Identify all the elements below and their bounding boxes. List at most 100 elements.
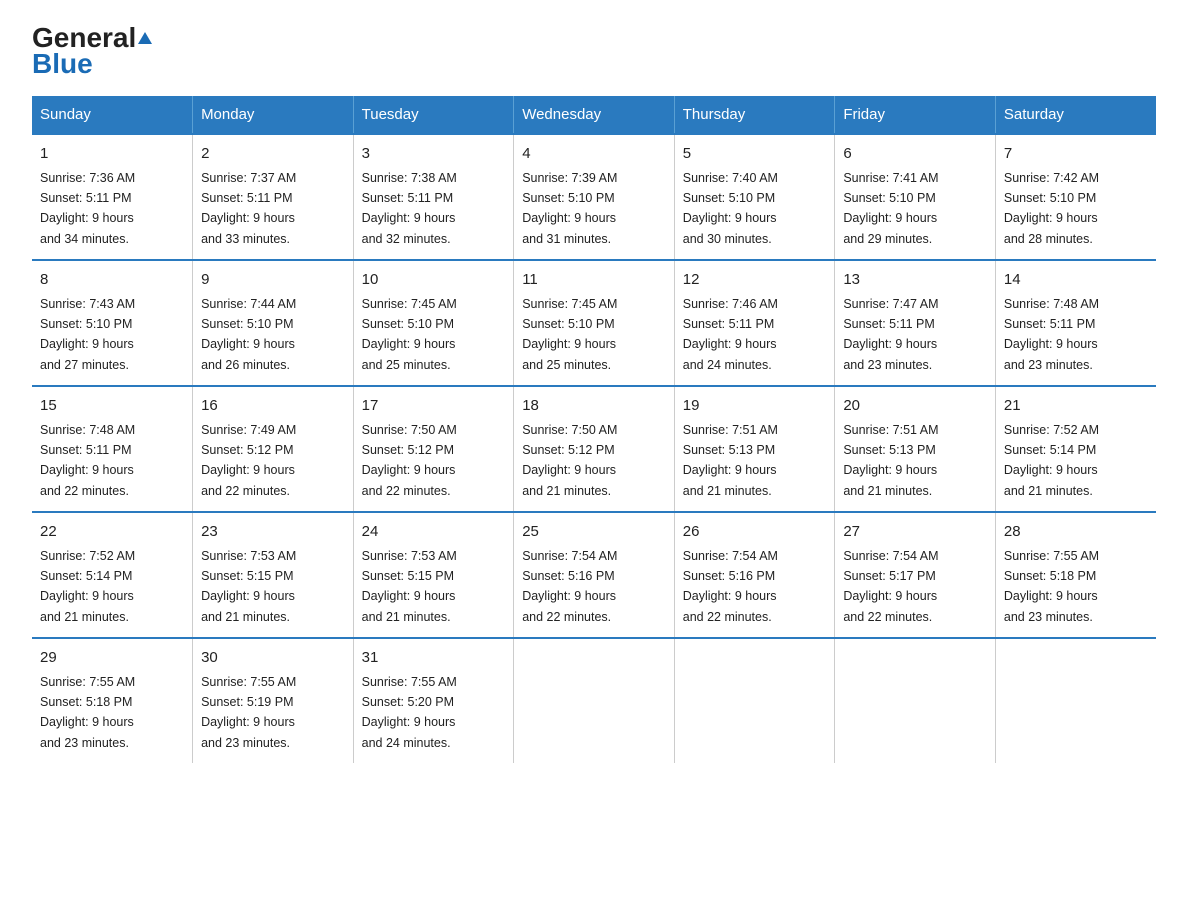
logo-blue-text: Blue (32, 50, 93, 78)
calendar-cell: 3Sunrise: 7:38 AMSunset: 5:11 PMDaylight… (353, 134, 514, 260)
day-number: 23 (201, 521, 345, 544)
day-info: Sunrise: 7:47 AMSunset: 5:11 PMDaylight:… (843, 297, 938, 372)
calendar-cell: 5 Sunrise: 7:40 AMSunset: 5:10 PMDaylight… (674, 134, 835, 260)
calendar-cell (835, 638, 996, 763)
day-number: 31 (362, 647, 506, 670)
day-header-thursday: Thursday (674, 96, 835, 134)
calendar-cell: 26 Sunrise: 7:54 AMSunset: 5:16 PMDayligh… (674, 512, 835, 638)
calendar-cell: 24 Sunrise: 7:53 AMSunset: 5:15 PMDayligh… (353, 512, 514, 638)
calendar-week-2: 8 Sunrise: 7:43 AMSunset: 5:10 PMDaylight… (32, 260, 1156, 386)
day-info: Sunrise: 7:54 AMSunset: 5:16 PMDaylight:… (683, 549, 778, 624)
calendar-cell: 19 Sunrise: 7:51 AMSunset: 5:13 PMDayligh… (674, 386, 835, 512)
day-number: 17 (362, 395, 506, 418)
day-info: Sunrise: 7:48 AMSunset: 5:11 PMDaylight:… (1004, 297, 1099, 372)
day-number: 13 (843, 269, 987, 292)
calendar-cell: 15Sunrise: 7:48 AMSunset: 5:11 PMDayligh… (32, 386, 193, 512)
day-number: 16 (201, 395, 345, 418)
day-number: 22 (40, 521, 184, 544)
calendar-cell: 22 Sunrise: 7:52 AMSunset: 5:14 PMDayligh… (32, 512, 193, 638)
day-info: Sunrise: 7:40 AMSunset: 5:10 PMDaylight:… (683, 171, 778, 246)
day-number: 18 (522, 395, 666, 418)
calendar-cell: 29 Sunrise: 7:55 AMSunset: 5:18 PMDayligh… (32, 638, 193, 763)
day-info: Sunrise: 7:48 AMSunset: 5:11 PMDaylight:… (40, 423, 135, 498)
calendar-cell: 20Sunrise: 7:51 AMSunset: 5:13 PMDayligh… (835, 386, 996, 512)
day-number: 27 (843, 521, 987, 544)
calendar-cell: 27 Sunrise: 7:54 AMSunset: 5:17 PMDayligh… (835, 512, 996, 638)
logo: General Blue (32, 24, 152, 78)
calendar-table: SundayMondayTuesdayWednesdayThursdayFrid… (32, 96, 1156, 763)
calendar-cell: 2Sunrise: 7:37 AMSunset: 5:11 PMDaylight… (193, 134, 354, 260)
day-number: 9 (201, 269, 345, 292)
calendar-cell: 11 Sunrise: 7:45 AMSunset: 5:10 PMDayligh… (514, 260, 675, 386)
day-info: Sunrise: 7:52 AMSunset: 5:14 PMDaylight:… (40, 549, 135, 624)
day-info: Sunrise: 7:44 AMSunset: 5:10 PMDaylight:… (201, 297, 296, 372)
day-header-friday: Friday (835, 96, 996, 134)
calendar-week-1: 1Sunrise: 7:36 AMSunset: 5:11 PMDaylight… (32, 134, 1156, 260)
calendar-week-5: 29 Sunrise: 7:55 AMSunset: 5:18 PMDayligh… (32, 638, 1156, 763)
calendar-cell (674, 638, 835, 763)
day-info: Sunrise: 7:42 AMSunset: 5:10 PMDaylight:… (1004, 171, 1099, 246)
day-info: Sunrise: 7:36 AMSunset: 5:11 PMDaylight:… (40, 171, 135, 246)
day-info: Sunrise: 7:50 AMSunset: 5:12 PMDaylight:… (522, 423, 617, 498)
calendar-cell: 16 Sunrise: 7:49 AMSunset: 5:12 PMDayligh… (193, 386, 354, 512)
calendar-week-3: 15Sunrise: 7:48 AMSunset: 5:11 PMDayligh… (32, 386, 1156, 512)
calendar-cell (514, 638, 675, 763)
day-info: Sunrise: 7:55 AMSunset: 5:18 PMDaylight:… (1004, 549, 1099, 624)
day-info: Sunrise: 7:53 AMSunset: 5:15 PMDaylight:… (362, 549, 457, 624)
day-number: 30 (201, 647, 345, 670)
calendar-cell: 13 Sunrise: 7:47 AMSunset: 5:11 PMDayligh… (835, 260, 996, 386)
day-info: Sunrise: 7:39 AMSunset: 5:10 PMDaylight:… (522, 171, 617, 246)
day-info: Sunrise: 7:50 AMSunset: 5:12 PMDaylight:… (362, 423, 457, 498)
page-header: General Blue (32, 24, 1156, 78)
calendar-week-4: 22 Sunrise: 7:52 AMSunset: 5:14 PMDayligh… (32, 512, 1156, 638)
calendar-cell: 18 Sunrise: 7:50 AMSunset: 5:12 PMDayligh… (514, 386, 675, 512)
day-info: Sunrise: 7:53 AMSunset: 5:15 PMDaylight:… (201, 549, 296, 624)
day-number: 26 (683, 521, 827, 544)
day-info: Sunrise: 7:55 AMSunset: 5:18 PMDaylight:… (40, 675, 135, 750)
day-number: 8 (40, 269, 184, 292)
day-number: 20 (843, 395, 987, 418)
day-info: Sunrise: 7:43 AMSunset: 5:10 PMDaylight:… (40, 297, 135, 372)
day-number: 19 (683, 395, 827, 418)
day-number: 21 (1004, 395, 1148, 418)
calendar-cell: 23 Sunrise: 7:53 AMSunset: 5:15 PMDayligh… (193, 512, 354, 638)
calendar-cell: 14Sunrise: 7:48 AMSunset: 5:11 PMDayligh… (995, 260, 1156, 386)
calendar-cell: 25 Sunrise: 7:54 AMSunset: 5:16 PMDayligh… (514, 512, 675, 638)
calendar-cell: 28 Sunrise: 7:55 AMSunset: 5:18 PMDayligh… (995, 512, 1156, 638)
day-number: 25 (522, 521, 666, 544)
day-info: Sunrise: 7:46 AMSunset: 5:11 PMDaylight:… (683, 297, 778, 372)
calendar-cell: 8 Sunrise: 7:43 AMSunset: 5:10 PMDaylight… (32, 260, 193, 386)
day-info: Sunrise: 7:51 AMSunset: 5:13 PMDaylight:… (683, 423, 778, 498)
day-info: Sunrise: 7:52 AMSunset: 5:14 PMDaylight:… (1004, 423, 1099, 498)
day-info: Sunrise: 7:45 AMSunset: 5:10 PMDaylight:… (362, 297, 457, 372)
day-info: Sunrise: 7:54 AMSunset: 5:16 PMDaylight:… (522, 549, 617, 624)
calendar-cell: 31 Sunrise: 7:55 AMSunset: 5:20 PMDayligh… (353, 638, 514, 763)
day-header-tuesday: Tuesday (353, 96, 514, 134)
day-number: 6 (843, 143, 987, 166)
day-info: Sunrise: 7:54 AMSunset: 5:17 PMDaylight:… (843, 549, 938, 624)
day-info: Sunrise: 7:55 AMSunset: 5:19 PMDaylight:… (201, 675, 296, 750)
calendar-cell: 10 Sunrise: 7:45 AMSunset: 5:10 PMDayligh… (353, 260, 514, 386)
day-info: Sunrise: 7:55 AMSunset: 5:20 PMDaylight:… (362, 675, 457, 750)
day-number: 28 (1004, 521, 1148, 544)
calendar-cell: 30 Sunrise: 7:55 AMSunset: 5:19 PMDayligh… (193, 638, 354, 763)
calendar-cell: 21 Sunrise: 7:52 AMSunset: 5:14 PMDayligh… (995, 386, 1156, 512)
day-header-saturday: Saturday (995, 96, 1156, 134)
day-number: 10 (362, 269, 506, 292)
day-info: Sunrise: 7:45 AMSunset: 5:10 PMDaylight:… (522, 297, 617, 372)
day-info: Sunrise: 7:41 AMSunset: 5:10 PMDaylight:… (843, 171, 938, 246)
day-number: 29 (40, 647, 184, 670)
day-number: 5 (683, 143, 827, 166)
day-header-wednesday: Wednesday (514, 96, 675, 134)
calendar-cell: 6 Sunrise: 7:41 AMSunset: 5:10 PMDaylight… (835, 134, 996, 260)
day-number: 24 (362, 521, 506, 544)
day-number: 3 (362, 143, 506, 166)
day-number: 11 (522, 269, 666, 292)
day-header-sunday: Sunday (32, 96, 193, 134)
day-info: Sunrise: 7:49 AMSunset: 5:12 PMDaylight:… (201, 423, 296, 498)
calendar-cell: 4Sunrise: 7:39 AMSunset: 5:10 PMDaylight… (514, 134, 675, 260)
calendar-cell: 17 Sunrise: 7:50 AMSunset: 5:12 PMDayligh… (353, 386, 514, 512)
day-info: Sunrise: 7:37 AMSunset: 5:11 PMDaylight:… (201, 171, 296, 246)
calendar-cell: 7Sunrise: 7:42 AMSunset: 5:10 PMDaylight… (995, 134, 1156, 260)
calendar-cell (995, 638, 1156, 763)
